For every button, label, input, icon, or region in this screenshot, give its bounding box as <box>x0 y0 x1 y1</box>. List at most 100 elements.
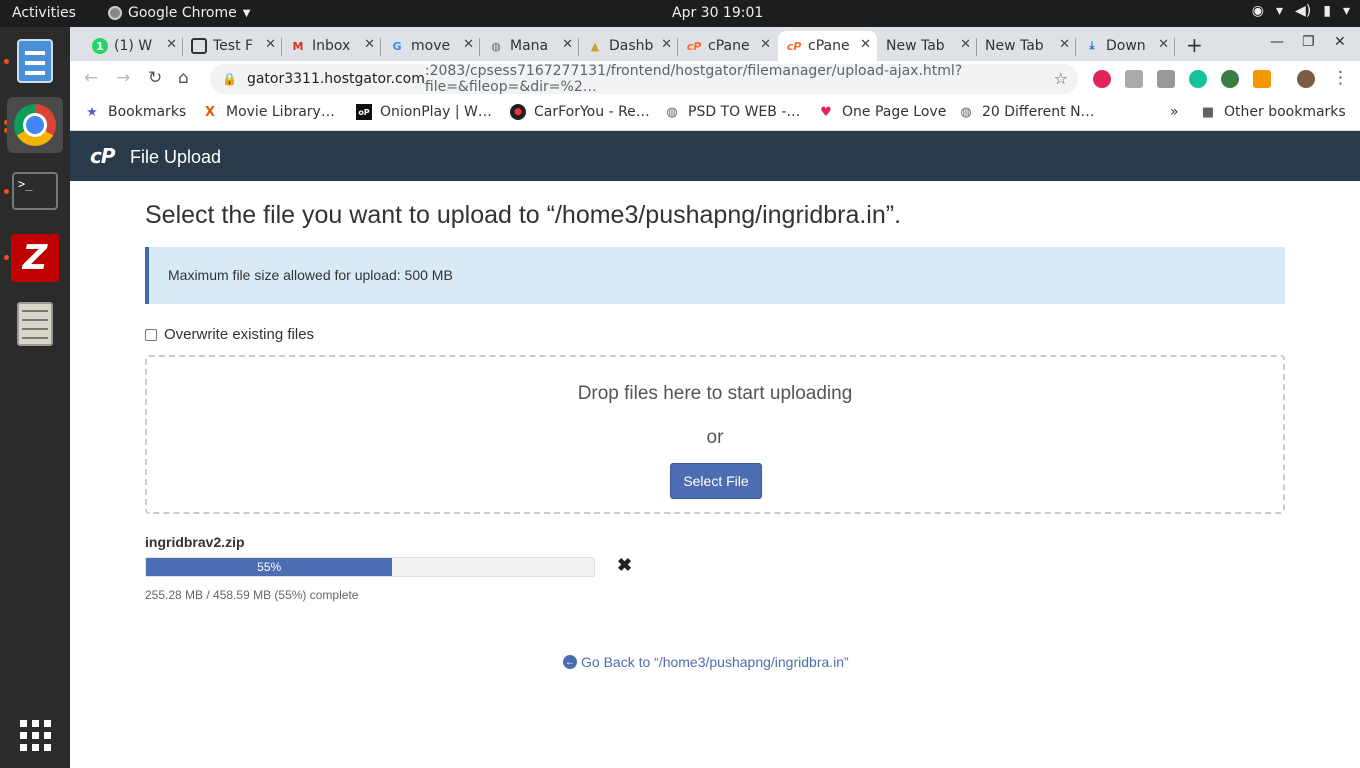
chrome-small-icon <box>108 6 122 20</box>
extension-icon[interactable] <box>1125 70 1143 88</box>
extension-icon[interactable] <box>1253 70 1271 88</box>
upload-filename: ingridbrav2.zip <box>145 534 245 550</box>
close-icon[interactable]: ✕ <box>760 37 771 52</box>
extension-icon[interactable] <box>1093 70 1111 88</box>
camera-icon[interactable] <box>1157 70 1175 88</box>
carforyou-icon: ● <box>510 104 526 120</box>
bookmarks-bar: ★ Bookmarks X Movie Library… oP OnionPla… <box>70 97 1360 131</box>
select-file-button[interactable]: Select File <box>670 463 762 499</box>
drop-zone[interactable]: Drop files here to start uploading or Se… <box>145 355 1285 514</box>
bookmark-item[interactable]: ◍ 20 Different N… <box>958 104 1094 120</box>
bookmark-item[interactable]: oP OnionPlay | W… <box>356 104 492 120</box>
bookmark-item[interactable]: ◍ PSD TO WEB -… <box>664 104 800 120</box>
tab-new-2[interactable]: New Tab ✕ <box>977 31 1076 61</box>
app-menu-label: Google Chrome <box>128 5 237 21</box>
cancel-upload-icon[interactable]: ✖ <box>617 555 632 576</box>
cpanel-header: cP File Upload <box>70 131 1360 181</box>
close-icon[interactable]: ✕ <box>1158 37 1169 52</box>
battery-icon[interactable]: ▮ <box>1323 3 1331 19</box>
x-icon: X <box>204 104 216 120</box>
overwrite-checkbox[interactable] <box>145 328 157 341</box>
bookmark-item[interactable]: ★ Bookmarks <box>84 104 186 120</box>
close-icon[interactable]: ✕ <box>364 37 375 52</box>
system-tray[interactable]: ◉ ▾ ◀) ▮ ▾ <box>1252 3 1350 19</box>
extension-icon[interactable] <box>1221 70 1239 88</box>
cpanel-icon: cP <box>786 39 802 53</box>
activities-button[interactable]: Activities <box>12 5 76 21</box>
close-window-button[interactable]: ✕ <box>1334 34 1346 50</box>
arrow-left-circle-icon: ← <box>563 655 577 669</box>
home-button[interactable]: ⌂ <box>178 68 189 88</box>
upload-progress-fill: 55% <box>146 558 393 576</box>
grammarly-icon[interactable] <box>1189 70 1207 88</box>
chrome-tray-icon[interactable]: ◉ <box>1252 3 1264 19</box>
restore-button[interactable]: ❐ <box>1302 34 1315 50</box>
close-icon[interactable]: ✕ <box>463 37 474 52</box>
other-bookmarks[interactable]: ■ Other bookmarks <box>1200 104 1346 120</box>
globe-icon: ◍ <box>491 39 501 53</box>
avatar[interactable] <box>1297 70 1315 88</box>
close-icon[interactable]: ✕ <box>265 37 276 52</box>
files-app-icon[interactable] <box>7 33 63 89</box>
tab-manage[interactable]: ◍ Mana ✕ <box>480 31 579 61</box>
tab-inbox[interactable]: M Inbox ✕ <box>282 31 381 61</box>
close-icon[interactable]: ✕ <box>1059 37 1070 52</box>
upload-heading: Select the file you want to upload to “/… <box>145 201 902 229</box>
overwrite-option[interactable]: Overwrite existing files <box>145 326 314 343</box>
address-bar[interactable]: 🔒 gator3311.hostgator.com:2083/cpsess716… <box>210 63 1078 95</box>
page-icon <box>191 38 207 54</box>
bookmark-item[interactable]: X Movie Library… <box>202 104 335 120</box>
heart-icon: ♥ <box>820 104 832 120</box>
tab-cpanel-1[interactable]: cP cPane ✕ <box>678 31 777 61</box>
globe-icon: ◍ <box>666 104 678 120</box>
show-applications-icon[interactable] <box>7 707 63 763</box>
folder-icon: ■ <box>1201 104 1215 120</box>
lock-icon[interactable]: 🔒 <box>222 72 237 86</box>
tab-new-1[interactable]: New Tab ✕ <box>878 31 977 61</box>
volume-icon[interactable]: ◀) <box>1295 3 1311 19</box>
drop-zone-text: Drop files here to start uploading <box>577 383 853 404</box>
tab-cpanel-active[interactable]: cP cPane ✕ <box>778 31 877 61</box>
chrome-app-icon[interactable] <box>7 97 63 153</box>
filezilla-app-icon[interactable]: Z <box>7 230 63 286</box>
max-size-alert: Maximum file size allowed for upload: 50… <box>145 247 1285 304</box>
page-title: File Upload <box>130 147 222 167</box>
more-bookmarks-button[interactable]: » <box>1170 104 1179 120</box>
bookmark-item[interactable]: ● CarForYou - Re… <box>510 104 650 120</box>
chevron-down-icon: ▼ <box>242 7 251 19</box>
bookmark-star-icon[interactable]: ☆ <box>1054 69 1068 88</box>
close-icon[interactable]: ✕ <box>166 37 177 52</box>
wifi-icon[interactable]: ▾ <box>1276 3 1283 19</box>
close-icon[interactable]: ✕ <box>661 37 672 52</box>
chevron-down-icon[interactable]: ▾ <box>1343 3 1350 19</box>
tab-downloads[interactable]: ⤓ Down ✕ <box>1076 31 1175 61</box>
close-icon[interactable]: ✕ <box>562 37 573 52</box>
go-back-link[interactable]: ← Go Back to “/home3/pushapng/ingridbra.… <box>563 654 849 670</box>
file-cabinet-app-icon[interactable] <box>7 296 63 352</box>
tab-strip: 1 (1) W ✕ Test F ✕ M Inbox ✕ G move ✕ ◍ … <box>70 27 1360 61</box>
clock[interactable]: Apr 30 19:01 <box>672 5 763 21</box>
tab-test[interactable]: Test F ✕ <box>183 31 282 61</box>
close-icon[interactable]: ✕ <box>860 37 871 52</box>
onionplay-icon: oP <box>356 104 372 120</box>
upload-status: 255.28 MB / 458.59 MB (55%) complete <box>145 588 359 602</box>
cpanel-logo[interactable]: cP <box>90 144 115 168</box>
close-icon[interactable]: ✕ <box>960 37 971 52</box>
upload-progress-bar: 55% <box>145 557 595 577</box>
go-back-label: Go Back to “/home3/pushapng/ingridbra.in… <box>581 654 849 670</box>
back-button[interactable]: ← <box>84 68 98 88</box>
dashboard-icon: ▲ <box>590 39 600 53</box>
tab-move[interactable]: G move ✕ <box>381 31 480 61</box>
new-tab-button[interactable]: + <box>1186 33 1203 57</box>
app-menu[interactable]: Google Chrome ▼ <box>108 5 250 21</box>
tab-dashboard[interactable]: ▲ Dashb ✕ <box>579 31 678 61</box>
terminal-app-icon[interactable]: >_ <box>7 163 63 219</box>
bookmark-item[interactable]: ♥ One Page Love <box>818 104 946 120</box>
download-icon: ⤓ <box>1089 39 1095 52</box>
tab-whatsapp[interactable]: 1 (1) W ✕ <box>84 31 183 61</box>
menu-icon[interactable]: ⋮ <box>1332 68 1349 88</box>
forward-button[interactable]: → <box>116 68 130 88</box>
star-icon: ★ <box>86 104 98 120</box>
minimize-button[interactable]: — <box>1270 34 1284 50</box>
reload-button[interactable]: ↻ <box>148 68 162 88</box>
